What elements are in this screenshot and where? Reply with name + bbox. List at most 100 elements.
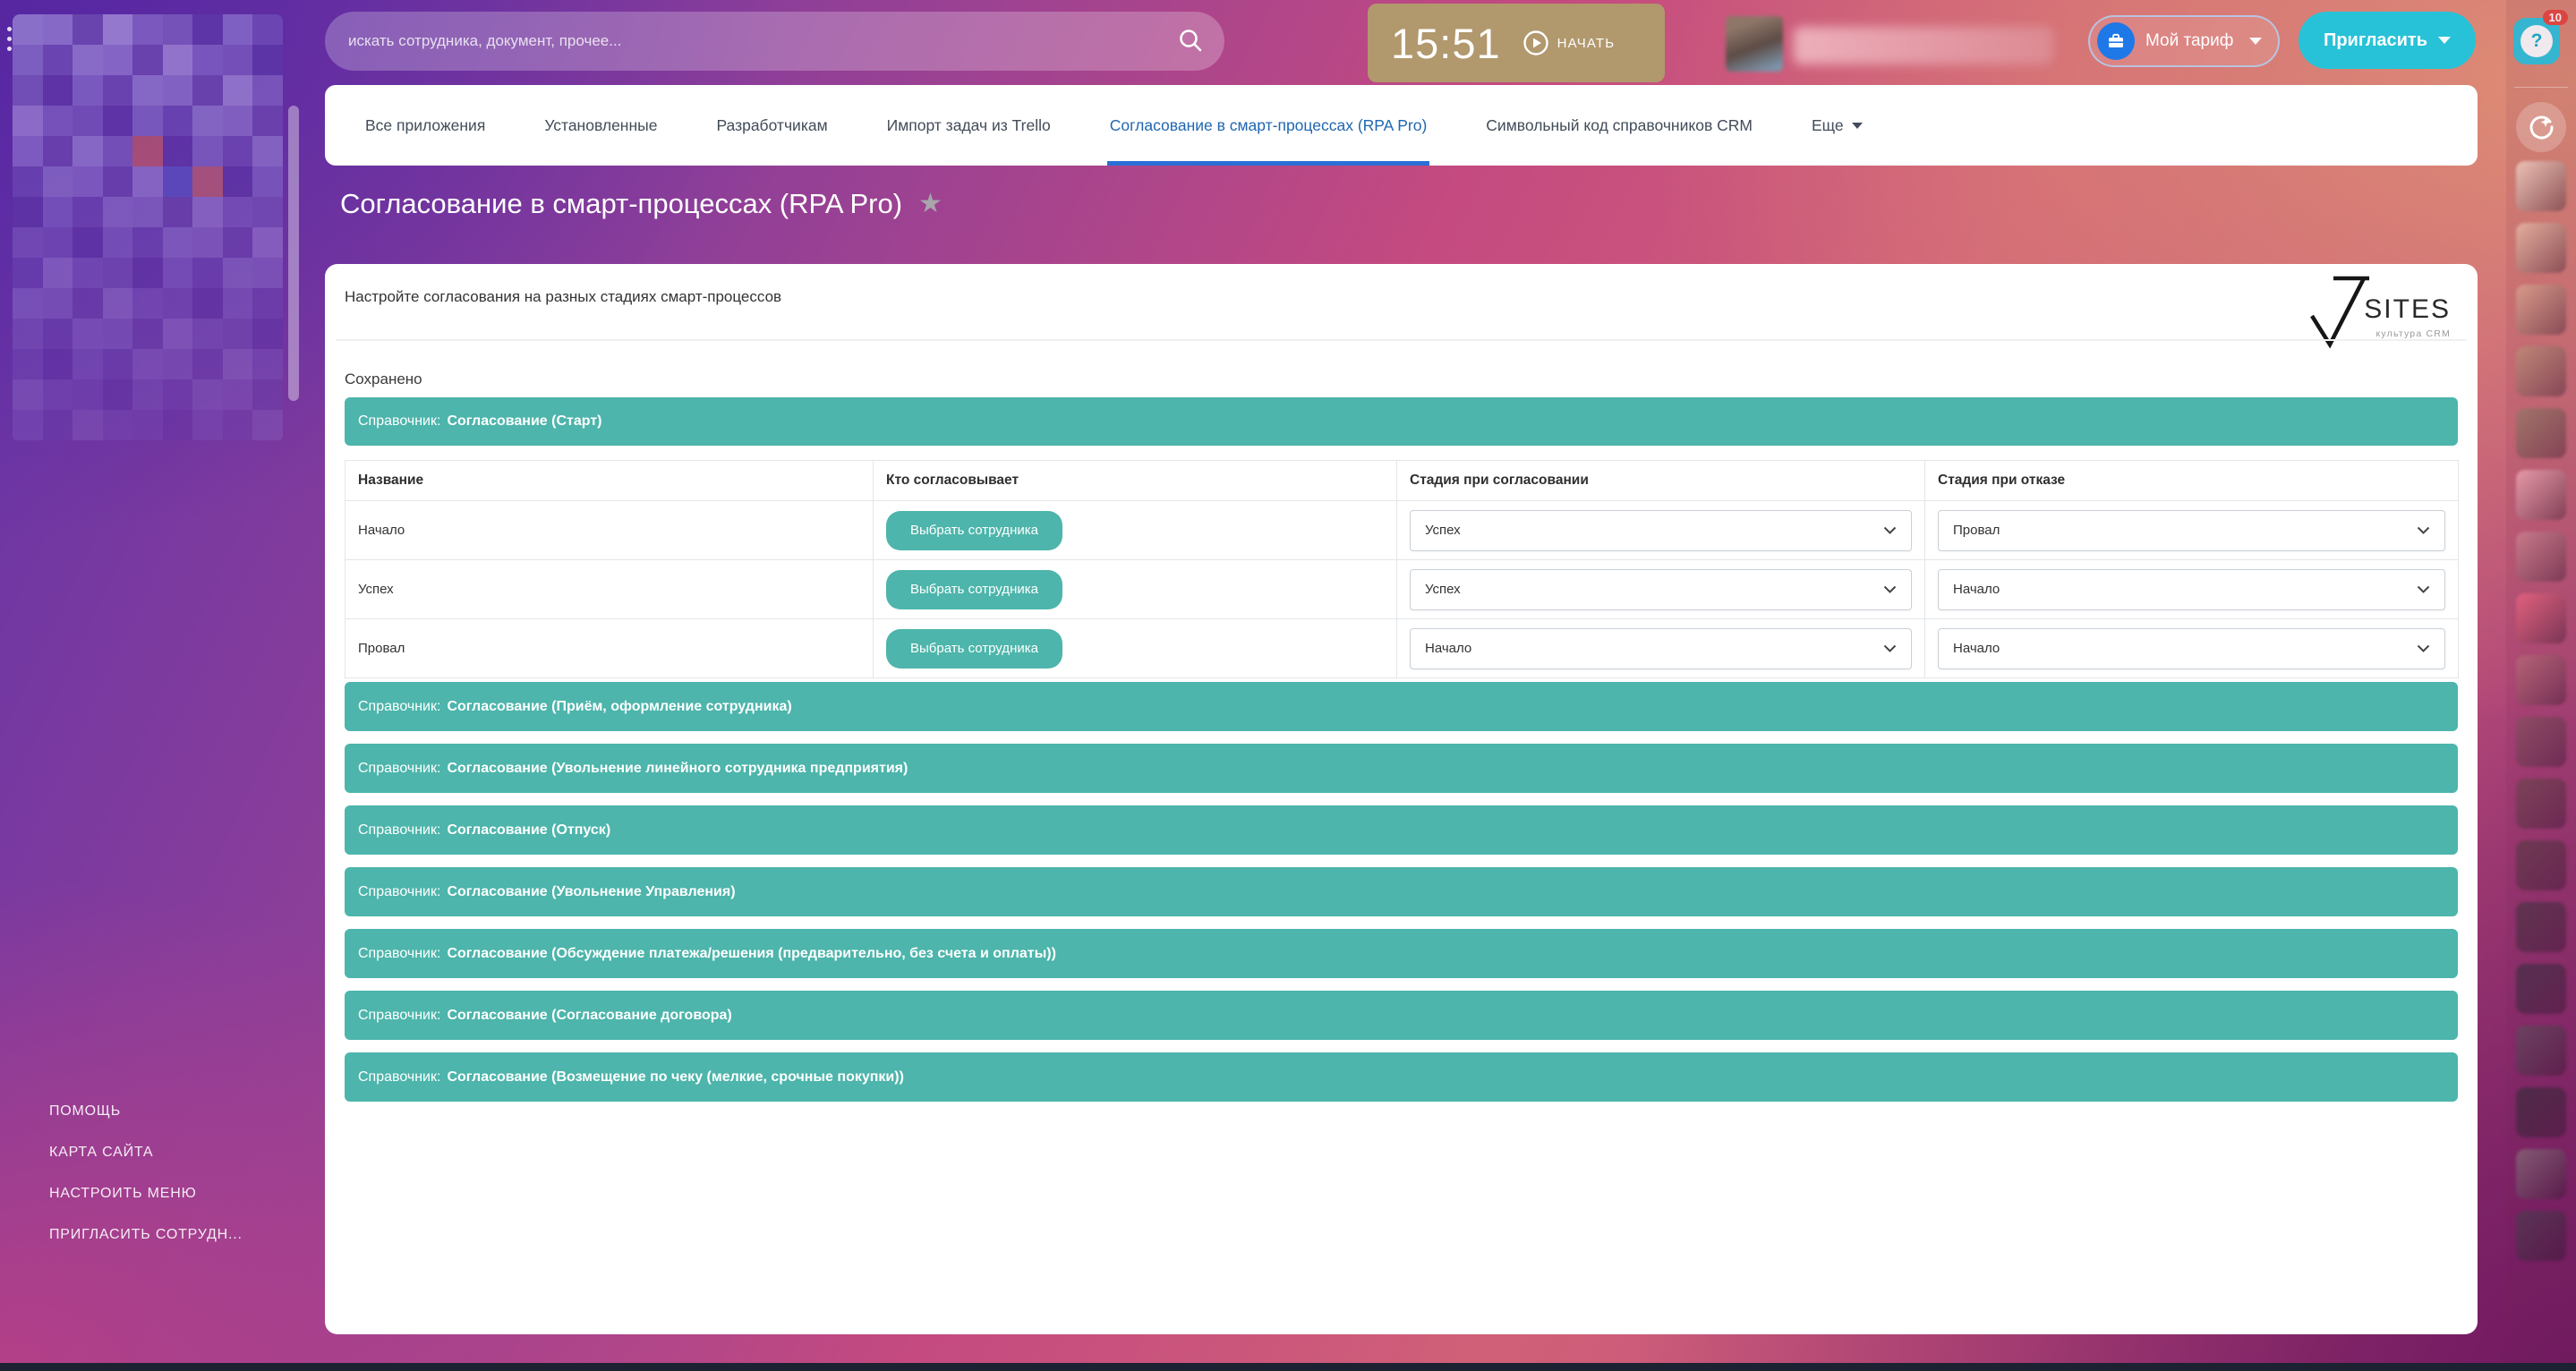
blurred-menu-cell [73,379,103,410]
blurred-menu-cell [192,258,223,288]
rail-app-icon-blurred[interactable] [2516,840,2566,890]
rail-app-icon-blurred[interactable] [2516,717,2566,767]
approve-stage-select[interactable]: Начало [1410,627,1912,669]
configure-menu-link[interactable]: НАСТРОИТЬ МЕНЮ [49,1186,243,1202]
checkmark-7-icon [2310,276,2370,349]
blurred-menu-cell [102,379,133,410]
tab-trello-import[interactable]: Импорт задач из Trello [857,85,1080,166]
sitemap-link[interactable]: КАРТА САЙТА [49,1145,243,1161]
blurred-menu-cell [252,258,283,288]
blurred-menu-cell [222,349,253,379]
blurred-menu-cell [162,75,193,106]
my-plan-button[interactable]: Мой тариф [2088,15,2280,67]
blurred-menu-cell [73,319,103,349]
avatar[interactable] [1726,16,1783,72]
rail-app-icon-blurred[interactable] [2516,593,2566,643]
section-band[interactable]: Справочник: Согласование (Обсуждение плат… [345,929,2458,978]
blurred-menu-cell [42,258,73,288]
blurred-menu-cell [73,14,103,45]
reject-stage-select[interactable]: Провал [1938,509,2445,551]
invite-employee-link[interactable]: ПРИГЛАСИТЬ СОТРУДН... [49,1227,243,1243]
blurred-menu-cell [42,45,73,75]
rail-app-icon-blurred[interactable] [2516,779,2566,829]
search-icon[interactable] [1176,27,1205,55]
rail-app-icon-blurred[interactable] [2516,532,2566,582]
blurred-menu-cell [132,410,163,440]
tab-all-apps[interactable]: Все приложения [336,85,515,166]
tab-crm-symbol-codes[interactable]: Символьный код справочников CRM [1456,85,1782,166]
blurred-menu-cell [73,197,103,227]
blurred-menu-cell [102,106,133,136]
section-band[interactable]: Справочник: Согласование (Увольнение лине… [345,744,2458,793]
rail-app-icon-blurred[interactable] [2516,408,2566,458]
chevron-down-icon [1883,585,1897,593]
section-band[interactable]: Справочник: Согласование (Отпуск) [345,805,2458,855]
blurred-menu-cell [42,166,73,197]
blurred-menu-cell [73,349,103,379]
timer-start-button[interactable]: НАЧАТЬ [1523,30,1616,56]
blurred-menu-cell [13,106,43,136]
approve-stage-select[interactable]: Успех [1410,568,1912,610]
rail-app-icon-blurred[interactable] [2516,161,2566,211]
blurred-menu-cell [102,349,133,379]
copilot-icon[interactable] [2516,102,2566,152]
table-header-row: Название Кто согласовывает Стадия при со… [345,460,2459,501]
blurred-menu-cell [162,45,193,75]
rail-app-icon-blurred[interactable] [2516,964,2566,1014]
menu-dots-icon[interactable] [7,27,12,51]
section-band-start[interactable]: Справочник: Согласование (Старт) [345,397,2458,446]
rail-app-icon-blurred[interactable] [2516,1149,2566,1199]
invite-button[interactable]: Пригласить [2299,12,2476,69]
blurred-menu-cell [222,136,253,166]
sidebar-scrollbar[interactable] [288,106,299,401]
blurred-menu-cell [252,319,283,349]
blurred-menu-cell [222,197,253,227]
select-employee-button[interactable]: Выбрать сотрудника [886,628,1062,668]
help-link[interactable]: ПОМОЩЬ [49,1103,243,1120]
section-band[interactable]: Справочник: Согласование (Согласование до… [345,991,2458,1040]
rail-app-icon-blurred[interactable] [2516,1026,2566,1076]
blurred-menu-cell [132,288,163,319]
tab-developers[interactable]: Разработчикам [687,85,857,166]
tab-more[interactable]: Еще [1782,85,1892,166]
blurred-menu-cell [192,75,223,106]
select-employee-button[interactable]: Выбрать сотрудника [886,510,1062,550]
section-band[interactable]: Справочник: Согласование (Приём, оформлен… [345,682,2458,731]
rail-app-icon-blurred[interactable] [2516,902,2566,952]
blurred-menu-cell [102,258,133,288]
blurred-menu-cell [42,379,73,410]
rail-app-icon-blurred[interactable] [2516,223,2566,273]
reject-stage-select[interactable]: Начало [1938,627,2445,669]
rail-icons[interactable] [2516,161,2566,1273]
blurred-menu-cell [132,45,163,75]
blurred-menu-cell [73,258,103,288]
approve-stage-select[interactable]: Успех [1410,509,1912,551]
favorite-star-icon[interactable]: ★ [918,191,943,217]
rail-app-icon-blurred[interactable] [2516,470,2566,520]
blurred-menu-cell [162,319,193,349]
blurred-left-menu[interactable] [13,14,283,442]
tab-smart-process-approval[interactable]: Согласование в смарт-процессах (RPA Pro) [1080,85,1457,166]
rail-app-icon-blurred[interactable] [2516,655,2566,705]
blurred-menu-cell [222,45,253,75]
tab-installed[interactable]: Установленные [515,85,687,166]
search-input[interactable] [325,12,1224,71]
blurred-menu-cell [252,288,283,319]
blurred-menu-cell [73,227,103,258]
select-employee-button[interactable]: Выбрать сотрудника [886,569,1062,609]
rail-app-icon-blurred[interactable] [2516,285,2566,335]
chevron-down-icon [2417,644,2430,652]
section-band[interactable]: Справочник: Согласование (Возмещение по ч… [345,1052,2458,1102]
section-band[interactable]: Справочник: Согласование (Увольнение Упра… [345,867,2458,916]
reject-stage-select[interactable]: Начало [1938,568,2445,610]
rail-app-icon-blurred[interactable] [2516,1211,2566,1261]
rail-app-icon-blurred[interactable] [2516,346,2566,396]
rail-app-icon-blurred[interactable] [2516,1087,2566,1137]
blurred-menu-cell [252,379,283,410]
briefcase-icon [2097,22,2135,60]
blurred-menu-cell [132,379,163,410]
blurred-menu-cell [222,14,253,45]
blurred-menu-cell [192,410,223,440]
user-name-blurred[interactable] [1794,27,2053,64]
blurred-menu-cell [192,106,223,136]
